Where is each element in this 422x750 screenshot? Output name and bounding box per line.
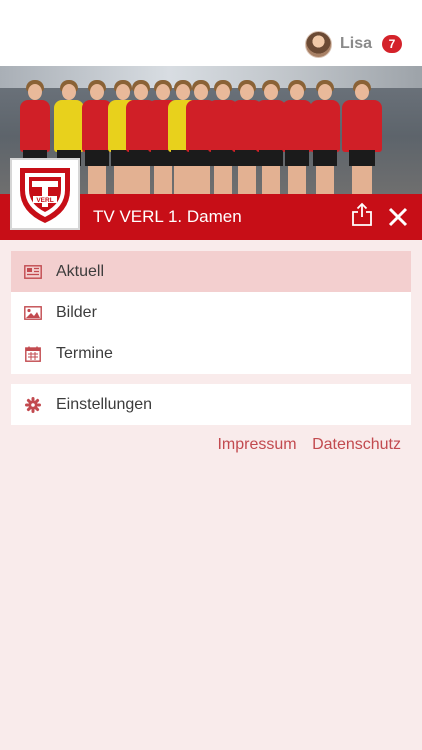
impressum-link[interactable]: Impressum (217, 436, 296, 453)
menu-item-label: Einstellungen (56, 395, 153, 413)
share-icon[interactable] (351, 202, 373, 226)
team-logo-emblem: 19 12 VERL (20, 168, 70, 223)
team-title: TV VERL 1. Damen (93, 207, 242, 226)
team-logo-text: VERL (36, 197, 53, 204)
gear-icon (24, 396, 42, 413)
navigation-menu: Aktuell Bilder Termine (11, 251, 411, 374)
newspaper-icon (24, 264, 42, 280)
close-icon[interactable] (388, 207, 408, 227)
team-photo-player (342, 78, 382, 194)
menu-item-aktuell[interactable]: Aktuell (11, 251, 411, 292)
calendar-icon (24, 346, 42, 362)
menu-item-einstellungen[interactable]: Einstellungen (11, 384, 411, 425)
image-icon (24, 305, 42, 321)
menu-item-bilder[interactable]: Bilder (11, 292, 411, 333)
team-logo-year-right: 12 (49, 190, 56, 196)
team-photo-player (282, 78, 312, 194)
team-photo-player (310, 78, 340, 194)
footer-links: Impressum Datenschutz (206, 436, 401, 454)
notification-badge[interactable]: 7 (382, 35, 402, 53)
menu-item-label: Bilder (56, 303, 97, 321)
menu-item-label: Termine (56, 344, 113, 362)
datenschutz-link[interactable]: Datenschutz (312, 436, 401, 453)
team-logo: 19 12 VERL (10, 158, 80, 230)
menu-item-label: Aktuell (56, 262, 105, 280)
settings-menu: Einstellungen (11, 384, 411, 425)
user-name[interactable]: Lisa (340, 35, 372, 53)
menu-item-termine[interactable]: Termine (11, 333, 411, 374)
team-logo-year-left: 19 (35, 190, 42, 196)
user-profile[interactable]: Lisa 7 (304, 30, 402, 58)
top-bar: Lisa 7 (0, 0, 422, 66)
user-avatar[interactable] (304, 30, 332, 58)
